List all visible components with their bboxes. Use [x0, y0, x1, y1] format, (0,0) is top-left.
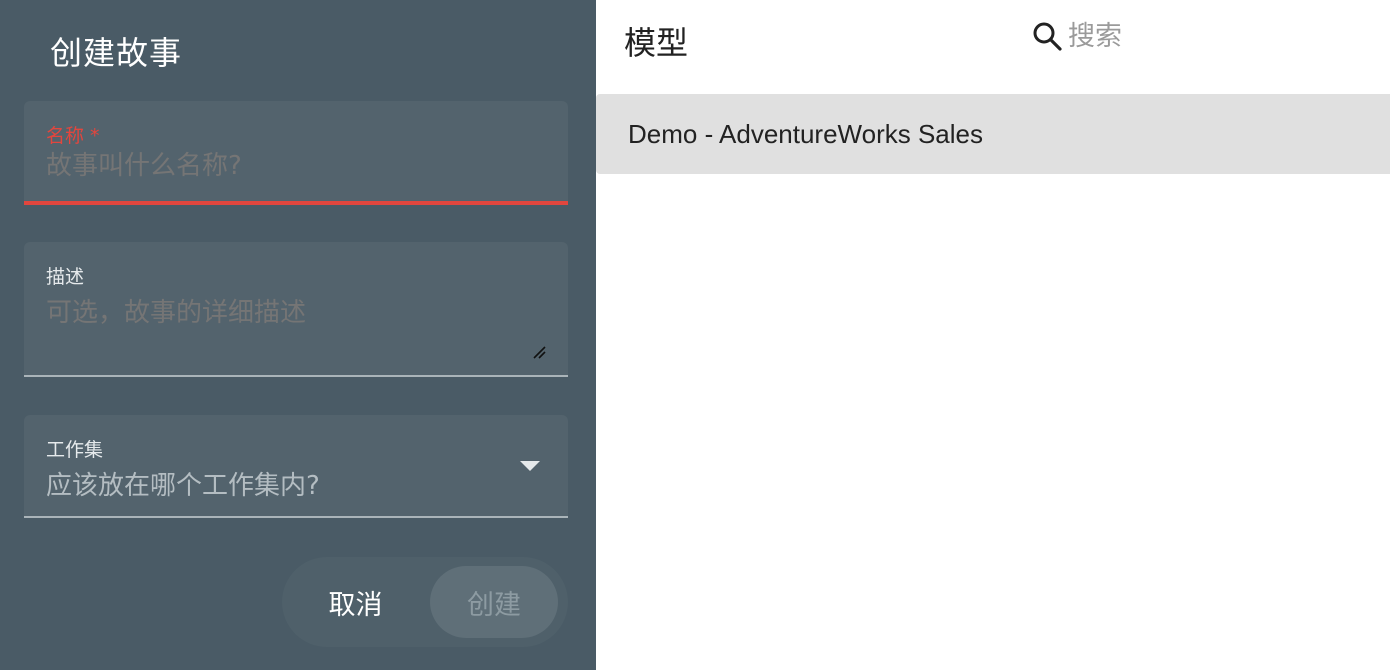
create-button[interactable]: 创建 — [430, 566, 558, 638]
description-field[interactable]: 描述 — [24, 242, 568, 377]
model-list: Demo - AdventureWorks Sales — [596, 94, 1390, 174]
chevron-down-icon[interactable] — [520, 461, 540, 471]
name-field[interactable]: 名称 * — [24, 101, 568, 205]
search-icon — [1033, 22, 1062, 51]
create-story-dialog: 创建故事 名称 * 描述 工作集 应该放在哪个工作集内? 取消 创建 模型 — [0, 0, 1390, 670]
models-title: 模型 — [624, 24, 689, 62]
cancel-button[interactable]: 取消 — [308, 579, 403, 625]
models-panel: 模型 Demo - AdventureWorks Sales — [596, 0, 1390, 670]
model-list-item[interactable]: Demo - AdventureWorks Sales — [596, 94, 1390, 174]
workspace-select[interactable]: 工作集 应该放在哪个工作集内? — [24, 415, 568, 518]
search-input[interactable] — [1068, 14, 1368, 58]
workspace-placeholder: 应该放在哪个工作集内? — [46, 471, 320, 501]
name-field-label: 名称 * — [46, 125, 100, 147]
workspace-field-label: 工作集 — [46, 439, 104, 461]
resize-handle-icon[interactable] — [532, 345, 546, 359]
dialog-title: 创建故事 — [50, 34, 183, 72]
name-input[interactable] — [46, 151, 546, 181]
description-field-label: 描述 — [46, 266, 85, 288]
description-input[interactable] — [46, 292, 546, 352]
dialog-actions: 取消 创建 — [282, 557, 568, 647]
story-form-panel: 创建故事 名称 * 描述 工作集 应该放在哪个工作集内? 取消 创建 — [0, 0, 596, 670]
